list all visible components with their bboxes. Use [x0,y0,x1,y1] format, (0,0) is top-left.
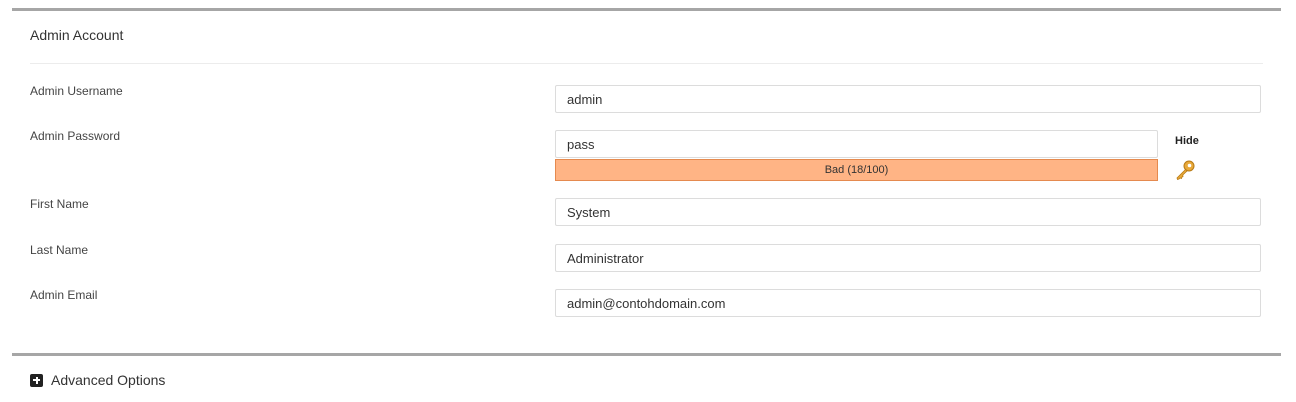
key-icon[interactable] [1174,159,1196,181]
last-name-input[interactable] [555,244,1261,272]
panel-title: Admin Account [30,27,124,43]
admin-email-input[interactable] [555,289,1261,317]
hide-password-link[interactable]: Hide [1175,135,1199,147]
advanced-options-toggle[interactable]: Advanced Options [30,372,165,388]
advanced-options-label: Advanced Options [51,372,166,388]
admin-email-label: Admin Email [30,288,98,302]
plus-square-icon [30,373,43,387]
admin-username-label: Admin Username [30,84,123,98]
admin-password-label: Admin Password [30,129,121,143]
first-name-input[interactable] [555,198,1261,226]
divider [30,63,1263,64]
last-name-label: Last Name [30,243,89,257]
first-name-label: First Name [30,197,89,211]
advanced-options-panel: Advanced Options [12,353,1281,402]
password-strength-meter: Bad (18/100) [555,159,1158,181]
admin-username-input[interactable] [555,85,1261,113]
admin-password-input[interactable] [555,130,1158,158]
admin-account-panel: Admin Account Admin Username Admin Passw… [12,8,1281,343]
